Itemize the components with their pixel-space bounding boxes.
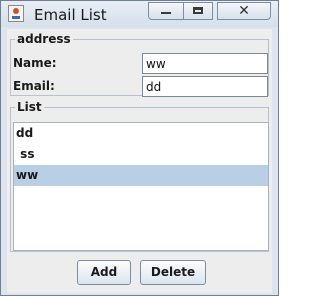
email-list-window: Email List ✕ address Name: Email: List d…	[0, 0, 279, 296]
name-label: Name:	[13, 56, 57, 70]
add-button[interactable]: Add	[77, 260, 131, 285]
content-pane: address Name: Email: List dd ssww Add De…	[7, 29, 272, 293]
java-cup-icon	[8, 5, 24, 22]
email-listbox[interactable]: dd ss ww	[13, 122, 269, 251]
delete-button[interactable]: Delete	[140, 260, 206, 285]
list-item[interactable]: dd	[14, 123, 268, 144]
list-item[interactable]: ss	[14, 144, 268, 165]
email-field[interactable]	[142, 76, 268, 97]
minimize-icon	[161, 12, 171, 14]
maximize-button[interactable]	[183, 2, 213, 20]
list-legend: List	[17, 100, 42, 114]
address-legend: address	[17, 32, 71, 46]
close-icon: ✕	[238, 3, 250, 19]
window-title: Email List	[34, 6, 107, 24]
email-label: Email:	[13, 79, 55, 93]
name-field[interactable]	[142, 53, 268, 74]
minimize-button[interactable]	[148, 2, 184, 20]
close-button[interactable]: ✕	[217, 2, 271, 20]
list-item[interactable]: ww	[14, 165, 268, 186]
maximize-icon	[193, 7, 203, 14]
title-bar[interactable]: Email List ✕	[1, 1, 278, 27]
